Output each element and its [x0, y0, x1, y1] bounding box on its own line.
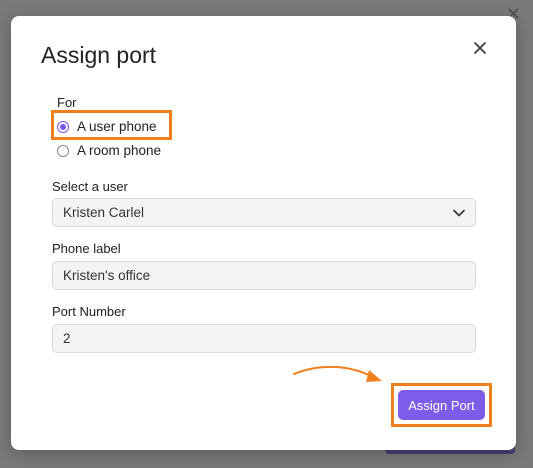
- port-number-input[interactable]: 2: [52, 324, 476, 353]
- select-user-value: Kristen Carlel: [63, 205, 145, 220]
- highlight-box-radio: [51, 110, 172, 140]
- select-user-dropdown[interactable]: Kristen Carlel: [52, 198, 476, 227]
- radio-room-phone[interactable]: A room phone: [57, 143, 161, 158]
- radio-button-unchecked[interactable]: [57, 144, 69, 157]
- radio-label-room-phone: A room phone: [77, 143, 162, 158]
- assign-port-dialog: Assign port For A user phone A room phon…: [11, 16, 516, 450]
- close-button[interactable]: [468, 36, 492, 60]
- dialog-title: Assign port: [41, 42, 157, 68]
- phone-label-input[interactable]: Kristen's office: [52, 261, 476, 290]
- arrow-annotation-icon: [293, 366, 382, 382]
- close-icon: [474, 42, 486, 54]
- select-user-label: Select a user: [52, 179, 128, 194]
- assign-port-button[interactable]: Assign Port: [398, 390, 485, 420]
- chevron-down-icon: [453, 209, 465, 216]
- for-label: For: [57, 95, 77, 110]
- port-number-label: Port Number: [52, 304, 126, 319]
- phone-label-label: Phone label: [52, 241, 121, 256]
